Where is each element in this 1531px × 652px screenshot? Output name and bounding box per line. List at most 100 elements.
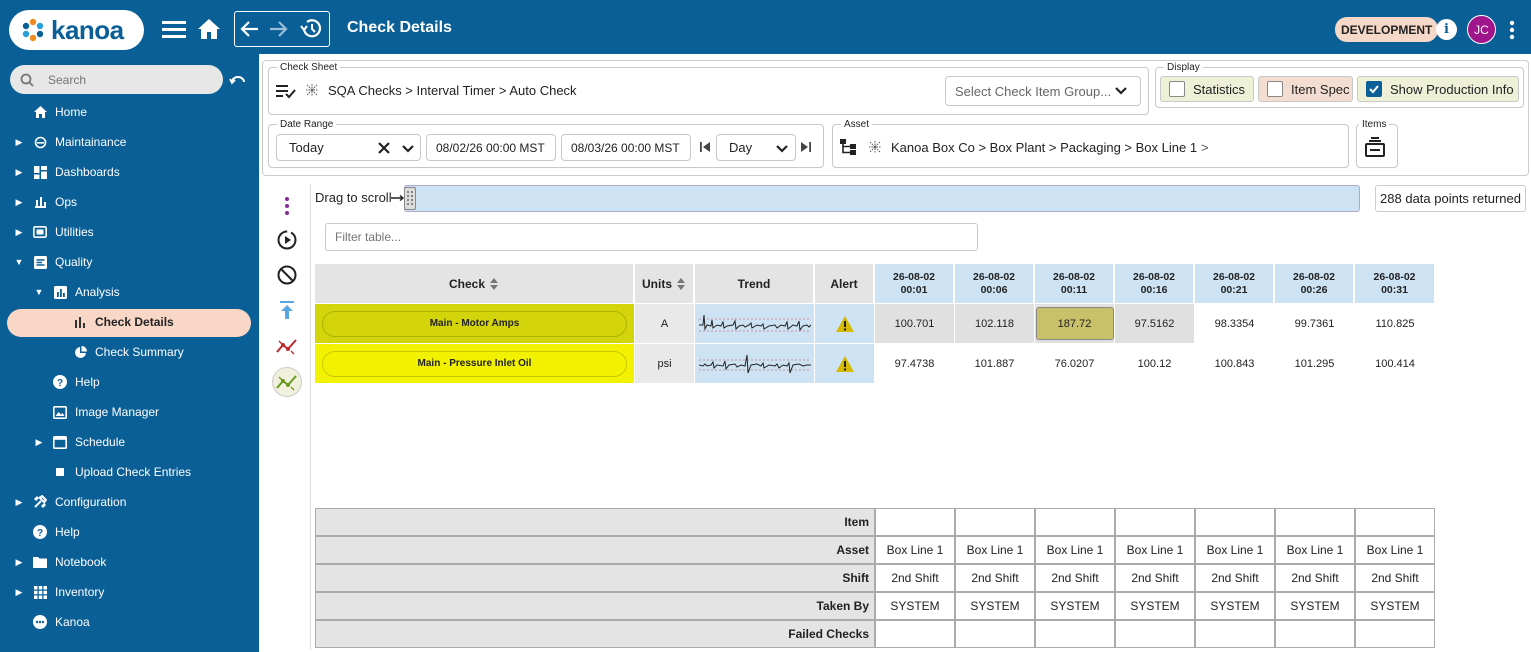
value-cell[interactable]: 98.3354: [1195, 304, 1274, 343]
trend-red-icon[interactable]: [272, 331, 302, 361]
sidebar: Home ▶ Maintainance ▶ Dashboards ▶ Ops ▶…: [0, 54, 259, 652]
search-input[interactable]: [48, 72, 208, 87]
value-cell[interactable]: 100.414: [1355, 344, 1435, 383]
sidebar-item-upload-check-entries[interactable]: Upload Check Entries: [0, 460, 259, 484]
out-of-spec-value[interactable]: 187.72: [1035, 307, 1114, 340]
skip-next-icon[interactable]: [799, 140, 813, 154]
utilities-icon: [33, 225, 47, 239]
filter-table-input[interactable]: [335, 230, 935, 244]
interval-select[interactable]: Day: [716, 134, 796, 161]
sidebar-item-inventory[interactable]: ▶ Inventory: [0, 580, 259, 604]
home-icon[interactable]: [196, 16, 222, 42]
check-item-group-placeholder: Select Check Item Group...: [955, 83, 1112, 99]
header-time: 00:31: [1381, 283, 1408, 296]
value-cell[interactable]: 99.7361: [1275, 304, 1354, 343]
sidebar-item-check-summary[interactable]: Check Summary: [0, 340, 259, 364]
checklist-icon[interactable]: [275, 82, 297, 100]
sidebar-item-ops[interactable]: ▶ Ops: [0, 190, 259, 214]
sort-icon[interactable]: [489, 277, 499, 291]
user-avatar[interactable]: JC: [1467, 15, 1496, 44]
scroll-handle[interactable]: [404, 187, 416, 210]
sidebar-item-check-details[interactable]: Check Details: [0, 310, 259, 334]
sidebar-item-analysis[interactable]: ▼ Analysis: [0, 280, 259, 304]
environment-badge: DEVELOPMENT: [1335, 17, 1439, 42]
value-cell[interactable]: 187.72: [1035, 304, 1114, 343]
sidebar-item-label: Kanoa: [55, 615, 90, 629]
bar-chart-icon: [73, 315, 87, 329]
filter-table-box[interactable]: [325, 223, 978, 251]
asset-cell: Box Line 1: [1355, 536, 1435, 564]
items-list-icon[interactable]: [1363, 135, 1387, 159]
sidebar-item-quality[interactable]: ▼ Quality: [0, 250, 259, 274]
home-icon: [33, 105, 47, 119]
arrow-right-icon: [391, 195, 405, 201]
sidebar-item-kanoa[interactable]: Kanoa: [0, 610, 259, 634]
sidebar-item-help-main[interactable]: ? Help: [0, 520, 259, 544]
value-cell[interactable]: 76.0207: [1035, 344, 1114, 383]
info-icon[interactable]: i: [1436, 19, 1457, 40]
item-spec-toggle[interactable]: Item Spec: [1258, 76, 1353, 102]
kanoa-logo[interactable]: kanoa: [9, 10, 144, 50]
start-date-field[interactable]: 08/02/26 00:00 MST: [426, 134, 556, 161]
column-header-units[interactable]: Units: [635, 264, 694, 303]
scroll-to-top-icon[interactable]: [272, 295, 302, 325]
horizontal-scrollbar[interactable]: [404, 185, 1360, 212]
alert-warning-icon[interactable]: [815, 344, 874, 383]
show-production-info-toggle[interactable]: Show Production Info: [1357, 76, 1519, 102]
hamburger-menu-icon[interactable]: [160, 16, 188, 42]
date-preset-select[interactable]: Today: [276, 134, 421, 161]
value-cell[interactable]: 110.825: [1355, 304, 1435, 343]
header-time: 00:06: [980, 283, 1008, 296]
value-cell[interactable]: 97.4738: [875, 344, 954, 383]
check-item-group-select[interactable]: Select Check Item Group...: [945, 76, 1141, 106]
sidebar-item-maintainance[interactable]: ▶ Maintainance: [0, 130, 259, 154]
value-cell[interactable]: 97.5162: [1115, 304, 1194, 343]
sidebar-item-configuration[interactable]: ▶ Configuration: [0, 490, 259, 514]
value-cell[interactable]: 100.701: [875, 304, 954, 343]
item-spec-checkbox[interactable]: [1267, 81, 1283, 97]
value-cell[interactable]: 101.295: [1275, 344, 1354, 383]
statistics-toggle[interactable]: Statistics: [1160, 76, 1254, 102]
sidebar-item-image-manager[interactable]: Image Manager: [0, 400, 259, 424]
trend-green-icon[interactable]: [272, 367, 302, 397]
check-name-pill[interactable]: Main - Pressure Inlet Oil: [322, 350, 627, 377]
trend-sparkline[interactable]: [695, 304, 814, 343]
sync-icon[interactable]: [228, 70, 248, 90]
block-icon[interactable]: [272, 260, 302, 290]
chevron-down-icon[interactable]: [401, 144, 415, 154]
asset-expand-chevron[interactable]: >: [1201, 140, 1209, 155]
sidebar-item-dashboards[interactable]: ▶ Dashboards: [0, 160, 259, 184]
header-time: 00:16: [1140, 283, 1168, 296]
more-vertical-icon[interactable]: [1506, 17, 1518, 43]
sidebar-item-help[interactable]: ? Help: [0, 370, 259, 394]
value-cell[interactable]: 100.843: [1195, 344, 1274, 383]
trend-sparkline[interactable]: [695, 344, 814, 383]
end-date-field[interactable]: 08/03/26 00:00 MST: [561, 134, 691, 161]
alert-warning-icon[interactable]: [815, 304, 874, 343]
item-cell: [1355, 508, 1435, 536]
value-cell[interactable]: 101.887: [955, 344, 1034, 383]
more-vertical-icon[interactable]: [272, 191, 302, 221]
search-box[interactable]: [10, 65, 223, 94]
show-production-info-checkbox[interactable]: [1366, 81, 1382, 97]
skip-previous-icon[interactable]: [698, 140, 712, 154]
forward-arrow-icon[interactable]: [267, 18, 289, 40]
value-cell[interactable]: 102.118: [955, 304, 1034, 343]
sort-icon[interactable]: [676, 277, 686, 291]
check-name-pill[interactable]: Main - Motor Amps: [322, 310, 627, 337]
history-icon[interactable]: [297, 16, 325, 42]
check-sheet-path[interactable]: SQA Checks > Interval Timer > Auto Check: [328, 83, 577, 98]
top-bar: kanoa Check Details DEVELOPMENT i JC: [0, 0, 1531, 54]
sidebar-item-utilities[interactable]: ▶ Utilities: [0, 220, 259, 244]
sidebar-item-home[interactable]: Home: [0, 100, 259, 124]
clear-icon[interactable]: [378, 142, 390, 154]
column-header-check[interactable]: Check: [315, 264, 634, 303]
asset-path[interactable]: Kanoa Box Co > Box Plant > Packaging > B…: [891, 140, 1197, 155]
back-arrow-icon[interactable]: [239, 18, 261, 40]
org-tree-icon[interactable]: [838, 137, 860, 157]
sidebar-item-notebook[interactable]: ▶ Notebook: [0, 550, 259, 574]
sidebar-item-schedule[interactable]: ▶ Schedule: [0, 430, 259, 454]
replay-icon[interactable]: [272, 225, 302, 255]
value-cell[interactable]: 100.12: [1115, 344, 1194, 383]
statistics-checkbox[interactable]: [1169, 81, 1185, 97]
